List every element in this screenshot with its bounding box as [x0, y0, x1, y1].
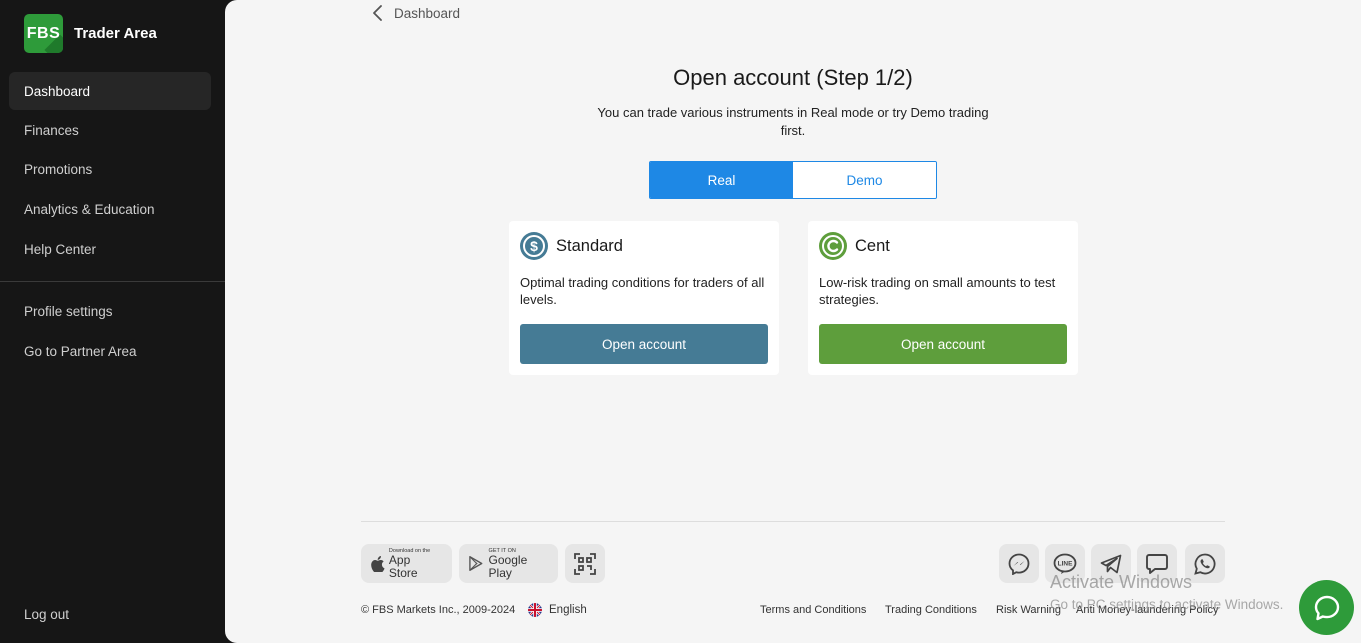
fbs-logo-badge: FBS: [24, 14, 63, 53]
messenger-icon: [1008, 553, 1030, 575]
svg-text:$: $: [530, 238, 538, 254]
google-play-text: Google Play: [488, 552, 528, 580]
chevron-left-icon: [373, 5, 382, 21]
card-title: Cent: [855, 236, 890, 255]
language-label: English: [549, 604, 587, 616]
sidebar-item-help-center[interactable]: Help Center: [9, 230, 211, 268]
page-title: Open account (Step 1/2): [673, 65, 913, 90]
uk-flag-icon: [528, 603, 542, 617]
breadcrumb-label: Dashboard: [394, 5, 461, 21]
support-chat-button[interactable]: [1299, 580, 1354, 635]
messenger-button[interactable]: [999, 544, 1039, 583]
logo-text: Trader Area: [74, 25, 157, 42]
sidebar-item-finances[interactable]: Finances: [9, 111, 211, 149]
app-store-text: App Store: [388, 552, 418, 580]
sidebar-divider: [0, 281, 225, 282]
sidebar-item-log-out[interactable]: Log out: [9, 595, 211, 633]
breadcrumb[interactable]: Dashboard: [368, 4, 460, 22]
whatsapp-icon: [1194, 553, 1216, 575]
language-selector[interactable]: English: [528, 603, 587, 617]
card-title: Standard: [556, 236, 623, 255]
trading-conditions-link[interactable]: Trading Conditions: [885, 604, 977, 616]
chat-bubble-icon: [1314, 595, 1339, 620]
cent-icon: [819, 232, 847, 260]
qr-code-icon: [574, 552, 596, 575]
sidebar: FBS Trader Area Dashboard Finances Promo…: [0, 0, 225, 643]
logo[interactable]: FBS Trader Area: [24, 14, 157, 53]
windows-watermark-subtitle: Go to PC settings to activate Windows.: [1050, 597, 1284, 612]
sidebar-item-profile-settings[interactable]: Profile settings: [9, 292, 211, 330]
google-play-button[interactable]: GET IT ON Google Play: [459, 544, 558, 583]
sidebar-item-analytics-education[interactable]: Analytics & Education: [9, 190, 211, 228]
card-description: Low-risk trading on small amounts to tes…: [819, 275, 1056, 307]
sidebar-item-promotions[interactable]: Promotions: [9, 150, 211, 188]
sidebar-item-dashboard[interactable]: Dashboard: [9, 72, 211, 110]
cent-account-card: Cent Low-risk trading on small amounts t…: [808, 221, 1078, 375]
windows-watermark-title: Activate Windows: [1050, 572, 1193, 592]
open-standard-account-button[interactable]: Open account: [520, 324, 768, 364]
terms-link[interactable]: Terms and Conditions: [760, 604, 866, 616]
app-store-button[interactable]: Download on the App Store: [361, 544, 452, 583]
account-mode-toggle: Real Demo: [649, 161, 937, 199]
dollar-icon: $: [520, 232, 548, 260]
telegram-icon: [1100, 554, 1122, 573]
sidebar-item-partner-area[interactable]: Go to Partner Area: [9, 332, 211, 370]
apple-icon: [371, 555, 385, 572]
footer-divider: [361, 521, 1225, 522]
open-cent-account-button[interactable]: Open account: [819, 324, 1067, 364]
tab-real[interactable]: Real: [650, 162, 793, 198]
google-play-icon: [469, 555, 483, 572]
qr-code-button[interactable]: [565, 544, 605, 583]
card-description: Optimal trading conditions for traders o…: [520, 275, 765, 307]
main-content: Dashboard Open account (Step 1/2) You ca…: [225, 0, 1361, 643]
standard-account-card: $ Standard Optimal trading conditions fo…: [509, 221, 779, 375]
page-subtitle: You can trade various instruments in Rea…: [597, 105, 989, 138]
copyright: © FBS Markets Inc., 2009-2024: [361, 604, 516, 616]
line-logo-text: LINE: [1058, 560, 1073, 567]
tab-demo[interactable]: Demo: [793, 162, 936, 198]
